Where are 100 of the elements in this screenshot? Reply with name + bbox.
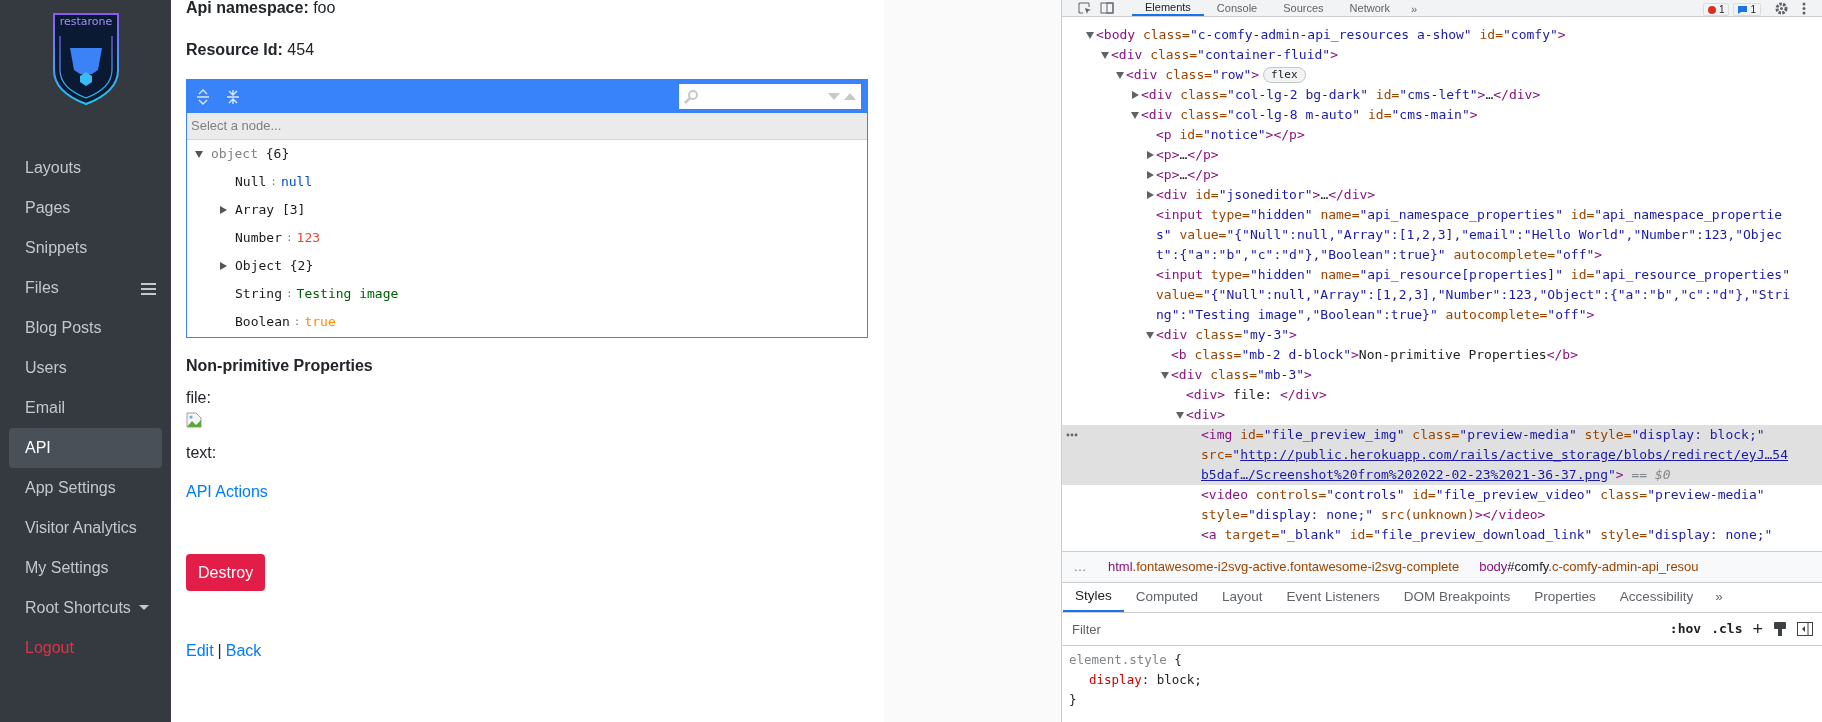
dom-node-text: <div class="col-lg-2 bg-dark" id="cms-left">…</div> (1141, 86, 1541, 104)
sidebar-toggle-icon[interactable] (1797, 622, 1813, 636)
more-tabs-button[interactable]: » (1705, 583, 1733, 612)
hover-toggle-button[interactable]: :hov (1669, 619, 1702, 639)
devtools-tab[interactable]: Sources (1270, 0, 1337, 16)
panel-tab[interactable]: Properties (1522, 583, 1608, 612)
sidebar-item[interactable]: Pages (9, 188, 162, 228)
collapse-arrow-icon[interactable] (1174, 410, 1186, 420)
collapse-arrow-icon[interactable] (1159, 370, 1171, 380)
device-icon[interactable] (1100, 2, 1114, 14)
field-key: Null (235, 172, 267, 192)
field-key: String (235, 284, 282, 304)
devtools-tab[interactable]: Console (1203, 0, 1271, 16)
panel-tab[interactable]: Accessibility (1607, 583, 1706, 612)
collapse-arrow-icon[interactable] (1114, 70, 1126, 80)
layout-badge[interactable]: flex (1263, 67, 1306, 83)
panel-tab[interactable]: Styles (1063, 583, 1124, 612)
collapse-arrow-icon[interactable] (1099, 50, 1111, 60)
sidebar-item[interactable]: API (9, 428, 162, 468)
dom-node-text: <div> file: </div> (1186, 386, 1327, 404)
dom-node-text: <div class="container-fluid"> (1111, 46, 1338, 64)
field-value: null (280, 173, 313, 192)
panel-tab[interactable]: Layout (1210, 583, 1275, 612)
dom-node-text: <body class="c-comfy-admin-api_resources a-show" id="comfy"> (1096, 26, 1566, 44)
dom-node-text: <a target="_blank" id="file_preview_download_link" style="display: none;" (1201, 526, 1773, 544)
field-text: Api namespace: foo (186, 0, 337, 18)
edit-link[interactable]: Edit (186, 639, 214, 663)
field-value: 123 (296, 229, 321, 248)
separator-text: : (285, 285, 293, 302)
style-declaration: display: block; (1088, 671, 1202, 689)
url-link[interactable]: http://public.herokuapp.com/rails/active_storage/blobs/redirect/eyJ…54 (1240, 447, 1788, 462)
sidebar-item[interactable]: Users (9, 348, 162, 388)
style-rule-selector: element.style { (1069, 651, 1182, 669)
dom-node-text: <div> (1186, 406, 1226, 424)
sidebar-item[interactable]: My Settings (9, 548, 162, 588)
dom-node-text: src="http://public.herokuapp.com/rails/active_storage/blobs/redirect/eyJ…54 (1201, 446, 1788, 464)
panel-tab[interactable]: DOM Breakpoints (1391, 583, 1523, 612)
dom-node-text: value="{"Null":null,"Array":[1,2,3],"Number":123,"Object":{"a":"b","c":"d"},"Stri (1156, 286, 1790, 304)
section-title: Non-primitive Properties (186, 356, 374, 376)
url-link[interactable]: b5daf…/Screenshot%20from%202022-02-23%2021-36-37.png (1201, 467, 1608, 482)
devtools-tab[interactable]: Network (1336, 0, 1403, 16)
new-rule-button[interactable]: + (1752, 620, 1763, 638)
dom-node-text: <div class="mb-3"> (1171, 366, 1312, 384)
separator-text: : (270, 173, 277, 190)
more-icon[interactable] (1066, 433, 1078, 437)
breadcrumb-item[interactable]: html.fontawesome-i2svg-active.fontawesome-i2svg-complete (1098, 557, 1470, 577)
field-text: Resource Id: 454 (186, 40, 316, 60)
logo: restarone (51, 12, 120, 106)
sidebar-item[interactable]: Snippets (9, 228, 162, 268)
class-toggle-button[interactable]: .cls (1711, 619, 1743, 639)
sidebar-item[interactable]: Layouts (9, 148, 162, 188)
dom-node-text: <div class="row"> (1126, 66, 1260, 84)
dom-node-text: t":{"a":"b","c":"d"},"Boolean":true}" autocomplete="off"> (1156, 246, 1603, 264)
property-label: text: (186, 443, 218, 463)
sidebar-item[interactable]: Root Shortcuts (9, 588, 162, 628)
inspect-icon[interactable] (1078, 2, 1092, 14)
sidebar-item[interactable]: Blog Posts (9, 308, 162, 348)
message-icon (1738, 5, 1748, 14)
node-label: Object {2} (235, 257, 314, 276)
sidebar-item[interactable]: Email (9, 388, 162, 428)
collapse-arrow-icon[interactable] (1129, 110, 1141, 120)
expand-arrow-icon[interactable] (1129, 90, 1141, 100)
panel-tab[interactable]: Computed (1123, 583, 1211, 612)
dom-node-text: <input type="hidden" name="api_resource[properties]" id="api_resource_properties" (1156, 266, 1790, 284)
expand-arrow-icon[interactable] (1144, 170, 1156, 180)
menu-icon[interactable] (141, 281, 156, 295)
dom-node-text: s" value="{"Null":null,"Array":[1,2,3],"email":"Hello World","Number":123,"Objec (1156, 226, 1783, 244)
collapse-arrow-icon[interactable] (1144, 330, 1156, 340)
actions-link[interactable]: API Actions (186, 480, 268, 504)
back-link[interactable]: Back (225, 639, 262, 663)
closing-brace: } (1069, 691, 1077, 709)
expand-arrow-icon[interactable] (1144, 190, 1156, 200)
breadcrumb-more-button[interactable]: … (1062, 557, 1098, 577)
destroy-button[interactable]: Destroy (186, 554, 266, 591)
dom-node-text: <div class="col-lg-8 m-auto" id="cms-main"> (1141, 106, 1478, 124)
field-value: true (304, 313, 336, 332)
dom-node-text: <p>…</p> (1156, 146, 1219, 164)
breadcrumb-item[interactable]: body#comfy.c-comfy-admin-api_resou (1469, 557, 1709, 577)
expand-arrow-icon[interactable] (1144, 150, 1156, 160)
panel-tab[interactable]: Event Listeners (1274, 583, 1392, 612)
error-count-badge[interactable]: 1 (1702, 3, 1730, 16)
separator-text: | (217, 641, 222, 661)
sidebar-item[interactable]: App Settings (9, 468, 162, 508)
sidebar-item[interactable]: Files (9, 268, 162, 308)
message-count-badge[interactable]: 1 (1733, 3, 1761, 16)
field-key: Number (235, 228, 282, 248)
sidebar-item[interactable]: Visitor Analytics (9, 508, 162, 548)
more-options-icon[interactable] (1802, 2, 1806, 15)
more-tabs-button[interactable]: » (1402, 2, 1426, 16)
collapse-arrow-icon[interactable] (1084, 30, 1096, 40)
caret-icon (138, 605, 149, 611)
dom-node-text: <div class="my-3"> (1156, 326, 1297, 344)
dom-node-text: <b class="mb-2 d-block">Non-primitive Properties</b> (1171, 346, 1578, 364)
dom-node-text: <video controls="controls" id="file_preview_video" class="preview-media" (1201, 486, 1765, 504)
separator-text: : (293, 313, 301, 330)
paint-brush-icon[interactable] (1773, 621, 1787, 637)
dom-node-text: <input type="hidden" name="api_namespace_properties" id="api_namespace_propertie (1156, 206, 1783, 224)
devtools-tab[interactable]: Elements (1132, 0, 1204, 16)
settings-icon[interactable] (1775, 2, 1788, 15)
field-value: Testing image (296, 285, 399, 304)
